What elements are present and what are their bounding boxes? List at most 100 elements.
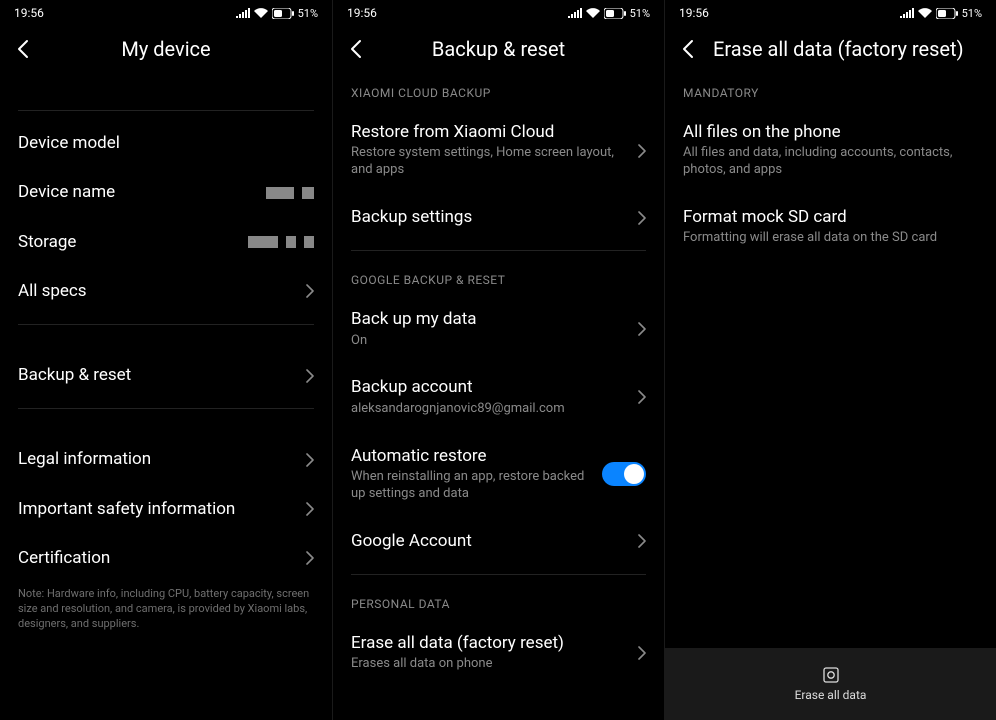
row-title: Back up my data	[351, 309, 626, 330]
auto-restore-toggle[interactable]	[602, 462, 646, 486]
back-button[interactable]	[665, 26, 711, 72]
header: Backup & reset	[333, 26, 664, 72]
erase-button-label: Erase all data	[795, 688, 867, 702]
row-device-name[interactable]: Device name	[0, 168, 332, 217]
status-right: 51%	[236, 7, 318, 20]
screen-erase-all: 19:56 51% Erase all data (factory reset)…	[664, 0, 996, 720]
row-title: Legal information	[18, 449, 294, 470]
chevron-left-icon	[682, 39, 694, 59]
status-battery: 51%	[962, 7, 982, 20]
chevron-right-icon	[306, 502, 314, 516]
row-all-specs[interactable]: All specs	[0, 267, 332, 316]
row-sub: Restore system settings, Home screen lay…	[351, 145, 626, 179]
row-sub: Formatting will erase all data on the SD…	[683, 230, 978, 247]
row-sub: Erases all data on phone	[351, 656, 626, 673]
back-button[interactable]	[333, 26, 379, 72]
chevron-right-icon	[306, 369, 314, 383]
section-personal: PERSONAL DATA	[333, 583, 664, 619]
header: My device	[0, 26, 332, 72]
row-erase-all[interactable]: Erase all data (factory reset) Erases al…	[333, 619, 664, 687]
content: MANDATORY All files on the phone All fil…	[665, 72, 996, 720]
status-bar: 19:56 51%	[0, 0, 332, 26]
status-battery: 51%	[630, 7, 650, 20]
hardware-note: Note: Hardware info, including CPU, batt…	[0, 583, 332, 632]
chevron-left-icon	[17, 39, 29, 59]
row-title: Important safety information	[18, 499, 294, 520]
row-sub: When reinstalling an app, restore backed…	[351, 469, 590, 503]
screen-my-device: 19:56 51% My device Device model Device …	[0, 0, 332, 720]
row-safety[interactable]: Important safety information	[0, 485, 332, 534]
row-title: Backup & reset	[18, 365, 294, 386]
row-value-redacted	[266, 187, 314, 199]
header: Erase all data (factory reset)	[665, 26, 996, 72]
page-title: Backup & reset	[432, 37, 565, 61]
row-sub: On	[351, 333, 626, 350]
row-format-sd: Format mock SD card Formatting will eras…	[665, 193, 996, 261]
content[interactable]: Device model Device name Storage All spe…	[0, 72, 332, 720]
chevron-right-icon	[306, 453, 314, 467]
section-google: GOOGLE BACKUP & RESET	[333, 259, 664, 295]
row-title: Format mock SD card	[683, 207, 978, 228]
row-all-files: All files on the phone All files and dat…	[665, 108, 996, 193]
signal-icon	[568, 8, 582, 18]
signal-icon	[900, 8, 914, 18]
status-time: 19:56	[14, 6, 44, 20]
row-title: Backup account	[351, 377, 626, 398]
status-right: 51%	[900, 7, 982, 20]
signal-icon	[236, 8, 250, 18]
chevron-right-icon	[638, 646, 646, 660]
row-storage[interactable]: Storage	[0, 218, 332, 267]
section-xiaomi: XIAOMI CLOUD BACKUP	[333, 72, 664, 108]
row-legal[interactable]: Legal information	[0, 435, 332, 484]
battery-icon	[604, 8, 626, 19]
page-title: My device	[121, 37, 210, 61]
wifi-icon	[586, 8, 600, 18]
status-bar: 19:56 51%	[665, 0, 996, 26]
row-device-model[interactable]: Device model	[0, 119, 332, 168]
row-title: Automatic restore	[351, 446, 590, 467]
battery-icon	[936, 8, 958, 19]
chevron-right-icon	[638, 144, 646, 158]
row-sub: aleksandarognjanovic89@gmail.com	[351, 401, 626, 418]
row-title: Restore from Xiaomi Cloud	[351, 122, 626, 143]
row-backup-account[interactable]: Backup account aleksandarognjanovic89@gm…	[333, 363, 664, 431]
chevron-right-icon	[638, 211, 646, 225]
row-title: Storage	[18, 232, 236, 253]
status-right: 51%	[568, 7, 650, 20]
chevron-right-icon	[306, 284, 314, 298]
row-sub: All files and data, including accounts, …	[683, 145, 978, 179]
row-title: All specs	[18, 281, 294, 302]
row-google-account[interactable]: Google Account	[333, 517, 664, 566]
row-title: Certification	[18, 548, 294, 569]
battery-icon	[272, 8, 294, 19]
status-time: 19:56	[679, 6, 709, 20]
screen-backup-reset: 19:56 51% Backup & reset XIAOMI CLOUD BA…	[332, 0, 664, 720]
chevron-right-icon	[638, 322, 646, 336]
row-auto-restore[interactable]: Automatic restore When reinstalling an a…	[333, 432, 664, 517]
row-title: All files on the phone	[683, 122, 978, 143]
erase-all-button[interactable]: Erase all data	[665, 648, 996, 720]
wifi-icon	[918, 8, 932, 18]
chevron-right-icon	[638, 534, 646, 548]
row-title: Device model	[18, 133, 314, 154]
back-button[interactable]	[0, 26, 46, 72]
status-battery: 51%	[298, 7, 318, 20]
content[interactable]: XIAOMI CLOUD BACKUP Restore from Xiaomi …	[333, 72, 664, 720]
row-certification[interactable]: Certification	[0, 534, 332, 583]
wifi-icon	[254, 8, 268, 18]
row-value-redacted	[248, 236, 314, 248]
row-title: Backup settings	[351, 207, 626, 228]
row-title: Google Account	[351, 531, 626, 552]
erase-icon	[822, 666, 840, 684]
page-title: Erase all data (factory reset)	[713, 37, 964, 61]
row-backup-settings[interactable]: Backup settings	[333, 193, 664, 242]
row-backup-reset[interactable]: Backup & reset	[0, 351, 332, 400]
chevron-right-icon	[306, 551, 314, 565]
row-restore-cloud[interactable]: Restore from Xiaomi Cloud Restore system…	[333, 108, 664, 193]
row-backup-data[interactable]: Back up my data On	[333, 295, 664, 363]
section-mandatory: MANDATORY	[665, 72, 996, 108]
row-title: Device name	[18, 182, 254, 203]
chevron-left-icon	[350, 39, 362, 59]
chevron-right-icon	[638, 390, 646, 404]
status-bar: 19:56 51%	[333, 0, 664, 26]
